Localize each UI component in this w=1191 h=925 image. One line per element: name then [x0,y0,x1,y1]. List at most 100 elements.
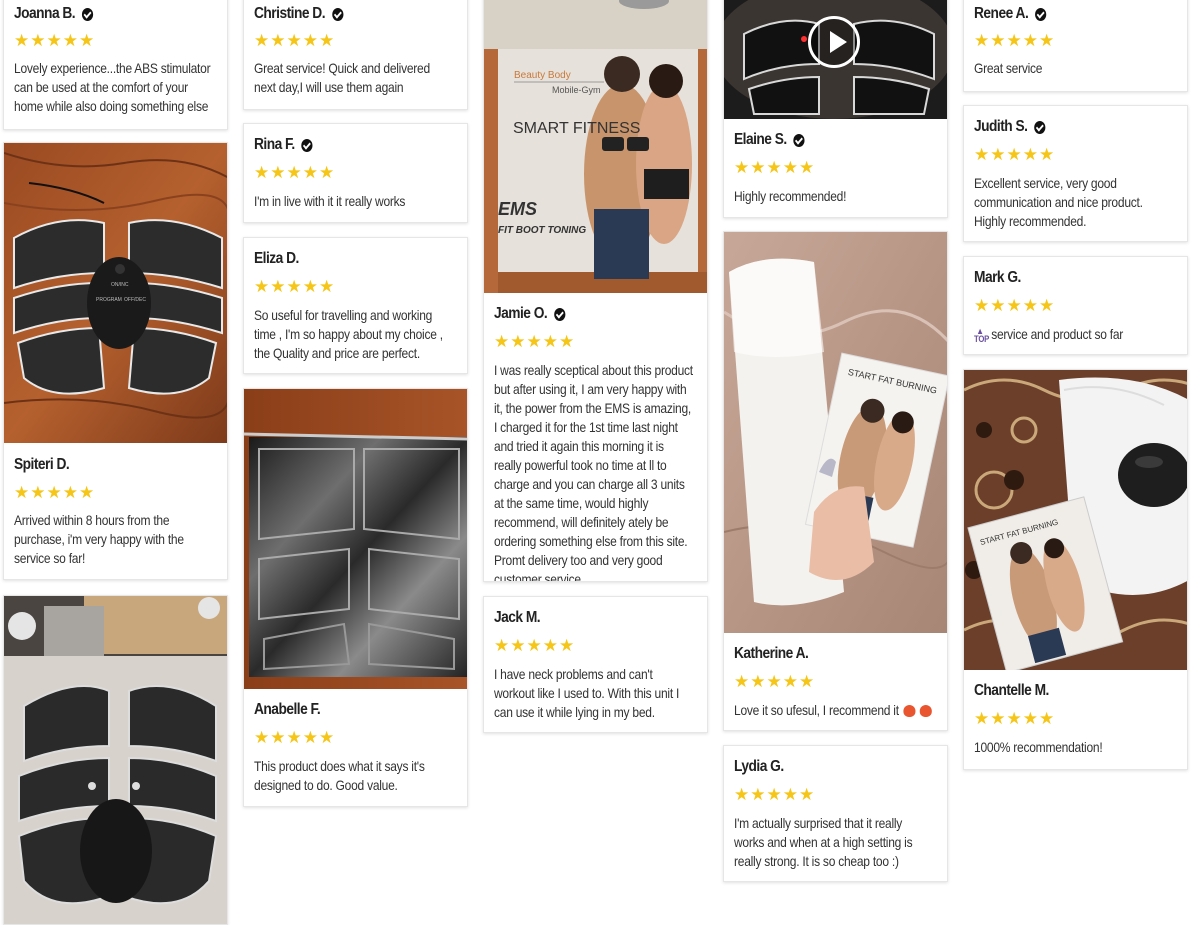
star-rating: ★★★★★ [974,145,1056,164]
review-text: Arrived within 8 hours from the purchase… [14,512,184,566]
cat-emoji-icon [919,705,932,718]
verified-check-icon [1035,7,1047,21]
reviewer-name: Renee A. [974,3,1149,25]
leaflet-in-hand-photo: START FAT BURNING [724,232,947,633]
review-card[interactable]: Christine D. ★★★★★ Great service! Quick … [243,0,468,110]
review-card[interactable]: START FAT BURNING Chantelle M. ★★★★★ 100… [963,369,1188,770]
star-rating: ★★★★★ [974,296,1056,315]
reviewer-name-text: Judith S. [974,118,1028,135]
ems-pad-on-box-photo [4,596,227,924]
reviewer-name-text: Renee A. [974,5,1029,22]
review-card[interactable]: PROGRAM OFF/DEC ON/INC Spiteri D. ★★★★★ … [3,142,228,580]
reviewer-name: Elaine S. [734,129,909,151]
reviewer-name-text: Eliza D. [254,250,299,267]
reviewer-name-text: Jamie O. [494,305,548,322]
reviewer-name: Lydia G. [734,756,909,778]
box-sub-text: Mobile-Gym [552,85,601,95]
review-text: Love it so ufesul, I recommend it [734,701,934,720]
review-text: ▲ TOP service and product so far [974,325,1174,344]
review-text: So useful for travelling and working tim… [254,307,443,361]
review-photo[interactable]: START FAT BURNING [964,370,1187,670]
review-text: I'm actually surprised that it really wo… [734,815,913,869]
reviewer-name-text: Jack M. [494,609,541,626]
box-ems-text: EMS [498,199,537,219]
review-photo[interactable]: PROGRAM OFF/DEC ON/INC [4,143,227,443]
review-photo[interactable]: START FAT BURNING [724,232,947,633]
reviewer-name: Anabelle F. [254,699,429,721]
reviewer-name-text: Rina F. [254,136,295,153]
verified-check-icon [1034,120,1046,134]
verified-check-icon [554,307,566,321]
star-rating: ★★★★★ [734,785,816,804]
reviewer-name: Rina F. [254,134,429,156]
product-box-photo: Beauty Body Mobile-Gym SMART FITNESS EMS… [484,0,707,293]
reviewer-name: Chantelle M. [974,680,1149,702]
device-label-oninc: ON/INC [111,282,129,288]
box-headline-text: SMART FITNESS [513,120,640,137]
review-card[interactable]: Eliza D. ★★★★★ So useful for travelling … [243,237,468,374]
review-card[interactable]: Mark G. ★★★★★ ▲ TOP service and product so… [963,256,1188,355]
review-card[interactable]: Joanna B. ★★★★★ Lovely experience...the … [3,0,228,130]
review-video-thumbnail[interactable] [724,0,947,119]
top-badge-label: TOP [974,334,990,345]
device-label-program: PROGRAM [96,297,122,303]
review-photo[interactable]: Beauty Body Mobile-Gym SMART FITNESS EMS… [484,0,707,293]
reviewer-name: Spiteri D. [14,454,189,476]
review-card[interactable]: Judith S. ★★★★★ Excellent service, very … [963,105,1188,242]
review-card[interactable] [3,595,228,925]
star-rating: ★★★★★ [254,277,336,296]
review-text-content: Love it so ufesul, I recommend it [734,702,899,718]
reviewer-name-text: Elaine S. [734,131,787,148]
review-card[interactable]: Elaine S. ★★★★★ Highly recommended! [723,0,948,218]
star-rating: ★★★★★ [494,636,576,655]
reviewer-name-text: Christine D. [254,5,326,22]
star-rating: ★★★★★ [734,158,816,177]
reviewer-name: Mark G. [974,267,1149,289]
reviewer-name: Christine D. [254,3,429,25]
reviewer-name-text: Mark G. [974,269,1021,286]
reviewer-name: Jamie O. [494,303,669,325]
review-card[interactable]: Anabelle F. ★★★★★ This product does what… [243,388,468,807]
reviewer-name-text: Spiteri D. [14,456,70,473]
review-card[interactable]: Jack M. ★★★★★ I have neck problems and c… [483,596,708,733]
review-text: 1000% recommendation! [974,739,1103,755]
review-card[interactable]: Renee A. ★★★★★ Great service [963,0,1188,92]
verified-check-icon [331,7,344,21]
reviewer-name: Judith S. [974,116,1149,138]
reviewer-name: Jack M. [494,607,669,629]
carpet-leaflet-photo: START FAT BURNING [964,370,1187,670]
sealed-pad-photo [244,389,467,689]
device-label-offdec: OFF/DEC [124,297,146,303]
review-text: I was really sceptical about this produc… [494,362,693,582]
star-rating: ★★★★★ [494,332,576,351]
box-tagline-text: FIT BOOT TONING [498,225,586,236]
review-photo[interactable] [244,389,467,689]
review-card[interactable]: Lydia G. ★★★★★ I'm actually surprised th… [723,745,948,882]
review-text: Highly recommended! [734,188,847,204]
review-text: Lovely experience...the ABS stimulator c… [14,60,211,114]
review-photo[interactable] [4,596,227,924]
review-text-content: service and product so far [991,326,1124,342]
reviewer-name-text: Anabelle F. [254,701,321,718]
box-brand-text: Beauty Body [514,70,571,81]
star-rating: ★★★★★ [974,31,1056,50]
ems-pad-photo: PROGRAM OFF/DEC ON/INC [4,143,227,443]
reviewer-name-text: Katherine A. [734,645,809,662]
reviewer-name: Joanna B. [14,3,189,25]
verified-check-icon [793,133,805,147]
review-text: This product does what it says it's desi… [254,758,425,793]
star-rating: ★★★★★ [14,31,96,50]
star-rating: ★★★★★ [254,728,336,747]
reviewer-name-text: Lydia G. [734,758,784,775]
star-rating: ★★★★★ [254,31,336,50]
review-card[interactable]: Rina F. ★★★★★ I'm in live with it it rea… [243,123,468,223]
reviewer-name-text: Joanna B. [14,5,76,22]
verified-check-icon [301,138,313,152]
verified-check-icon [81,7,94,21]
play-icon[interactable] [808,16,860,68]
review-card[interactable]: START FAT BURNING Katherine A. ★★★★★ Lov… [723,231,948,731]
reviewer-name: Eliza D. [254,248,429,270]
review-card[interactable]: Beauty Body Mobile-Gym SMART FITNESS EMS… [483,0,708,582]
star-rating: ★★★★★ [734,672,816,691]
review-text: I'm in live with it it really works [254,193,406,209]
